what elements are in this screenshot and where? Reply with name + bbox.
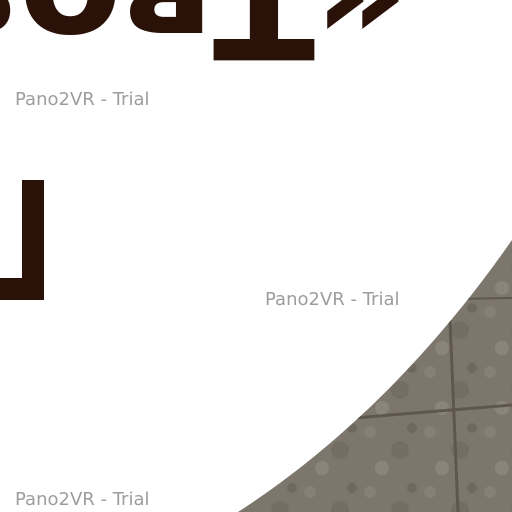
sign-lettering: «Твоя <box>0 0 410 89</box>
sign-letter-fragment <box>0 180 44 300</box>
trial-watermark: Pano2VR - Trial <box>15 489 150 510</box>
trial-watermark: Pano2VR - Trial <box>265 289 400 310</box>
trial-watermark: Pano2VR - Trial <box>15 89 150 110</box>
panorama-view[interactable]: «Твоя Pano2VR - Trial Pano2VR - Trial Pa… <box>0 0 512 512</box>
